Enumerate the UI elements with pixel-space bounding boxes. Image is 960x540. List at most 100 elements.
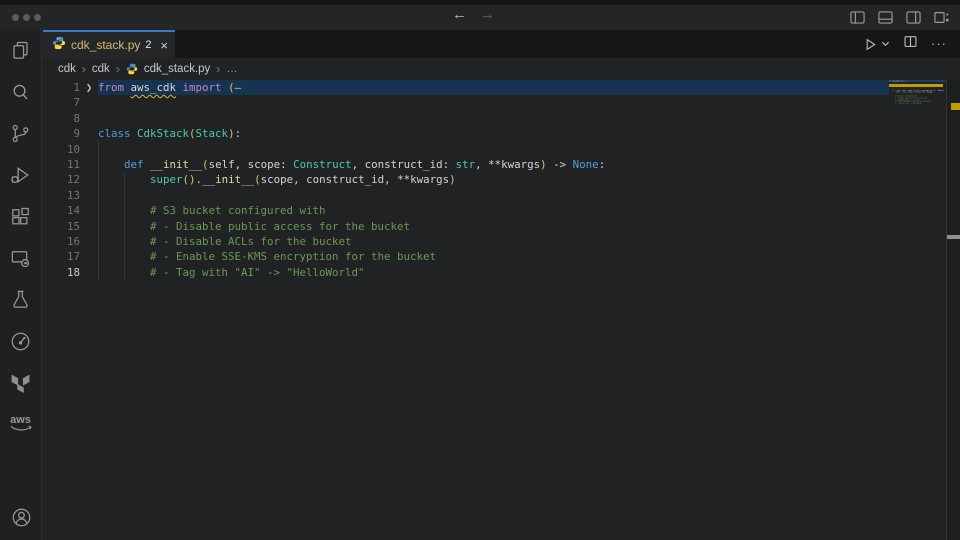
- sidebar-item-remote-explorer[interactable]: [0, 238, 42, 280]
- window-control-dot[interactable]: [34, 14, 41, 21]
- indent-guide: [98, 142, 99, 281]
- fold-gutter: [80, 142, 98, 157]
- window-controls[interactable]: [12, 14, 41, 21]
- line-number[interactable]: 18: [43, 265, 80, 280]
- sidebar-item-terraform[interactable]: [0, 362, 42, 404]
- tab-cdk-stack-py[interactable]: cdk_stack.py 2 ×: [43, 30, 175, 58]
- code-line[interactable]: 11 def __init__(self, scope: Construct, …: [43, 157, 889, 172]
- line-number[interactable]: 10: [43, 142, 80, 157]
- run-debug-icon: [9, 164, 32, 187]
- breadcrumb-separator: ›: [116, 62, 120, 76]
- code-text[interactable]: # - Disable public access for the bucket: [98, 219, 889, 234]
- fold-gutter: [80, 95, 98, 110]
- tab-label: cdk_stack.py: [71, 38, 140, 52]
- navigate-back-icon[interactable]: ←: [452, 6, 467, 23]
- fold-gutter: [80, 111, 98, 126]
- window-control-dot[interactable]: [12, 14, 19, 21]
- line-number[interactable]: 16: [43, 234, 80, 249]
- breadcrumb-separator: ›: [216, 62, 220, 76]
- split-editor-icon[interactable]: [903, 34, 918, 54]
- breadcrumb-item[interactable]: cdk: [58, 63, 76, 75]
- window-control-dot[interactable]: [23, 14, 30, 21]
- code-line[interactable]: 10: [43, 142, 889, 157]
- git-graph-icon: [9, 330, 32, 353]
- fold-gutter: [80, 126, 98, 141]
- sidebar-item-source-control[interactable]: [0, 113, 42, 155]
- fold-gutter: [80, 265, 98, 280]
- explorer-files-icon: [9, 39, 32, 62]
- code-text[interactable]: [98, 142, 889, 157]
- breadcrumb-item[interactable]: …: [226, 63, 238, 75]
- breadcrumb: cdk › cdk › cdk_stack.py › …: [43, 58, 960, 79]
- run-dropdown-chevron-icon[interactable]: [881, 35, 890, 53]
- title-bar: ← →: [0, 5, 960, 30]
- python-icon: [52, 36, 66, 55]
- run-python-file-button[interactable]: [863, 35, 890, 53]
- fold-chevron-icon[interactable]: ❯: [80, 80, 98, 95]
- account-icon: [10, 506, 33, 529]
- line-number[interactable]: 9: [43, 126, 80, 141]
- code-text[interactable]: # S3 bucket configured with: [98, 203, 889, 218]
- breadcrumb-item[interactable]: cdk_stack.py: [144, 63, 210, 75]
- code-line[interactable]: 8: [43, 111, 889, 126]
- code-line[interactable]: 18 # - Tag with "AI" -> "HelloWorld": [43, 265, 889, 280]
- toggle-secondary-sidebar-icon[interactable]: [905, 9, 922, 26]
- code-text[interactable]: # - Tag with "AI" -> "HelloWorld": [98, 265, 889, 280]
- code-line[interactable]: 15 # - Disable public access for the buc…: [43, 219, 889, 234]
- line-number[interactable]: 14: [43, 203, 80, 218]
- code-line[interactable]: 16 # - Disable ACLs for the bucket: [43, 234, 889, 249]
- code-line[interactable]: 1❯from aws_cdk import (–: [43, 80, 889, 95]
- tab-close-icon[interactable]: ×: [160, 39, 168, 52]
- remote-explorer-icon: [9, 247, 32, 270]
- sidebar-item-testing[interactable]: [0, 279, 42, 321]
- code-line[interactable]: 12 super().__init__(scope, construct_id,…: [43, 172, 889, 187]
- code-text[interactable]: [98, 111, 889, 126]
- line-number[interactable]: 13: [43, 188, 80, 203]
- toggle-panel-icon[interactable]: [877, 9, 894, 26]
- sidebar-item-account[interactable]: [0, 497, 42, 539]
- sidebar-item-explorer[interactable]: [0, 30, 42, 72]
- code-area[interactable]: 1❯from aws_cdk import (–789class CdkStac…: [43, 80, 889, 280]
- editor-group: cdk_stack.py 2 ×: [43, 30, 960, 540]
- code-text[interactable]: # - Enable SSE-KMS encryption for the bu…: [98, 249, 889, 264]
- code-line[interactable]: 7: [43, 95, 889, 110]
- line-number[interactable]: 8: [43, 111, 80, 126]
- line-number[interactable]: 1: [43, 80, 80, 95]
- sidebar-item-extensions[interactable]: [0, 196, 42, 238]
- breadcrumb-item[interactable]: cdk: [92, 63, 110, 75]
- code-text[interactable]: [98, 188, 889, 203]
- code-line[interactable]: 17 # - Enable SSE-KMS encryption for the…: [43, 249, 889, 264]
- vscode-window: ← →: [0, 0, 960, 540]
- code-text[interactable]: # - Disable ACLs for the bucket: [98, 234, 889, 249]
- sidebar-item-search[interactable]: [0, 72, 42, 114]
- fold-gutter: [80, 249, 98, 264]
- line-number[interactable]: 11: [43, 157, 80, 172]
- code-text[interactable]: super().__init__(scope, construct_id, **…: [98, 172, 889, 187]
- sidebar-item-run-debug[interactable]: [0, 155, 42, 197]
- more-actions-icon[interactable]: ···: [931, 39, 947, 49]
- toggle-primary-sidebar-icon[interactable]: [849, 9, 866, 26]
- source-control-icon: [9, 122, 32, 145]
- line-number[interactable]: 15: [43, 219, 80, 234]
- line-number[interactable]: 7: [43, 95, 80, 110]
- line-number[interactable]: 17: [43, 249, 80, 264]
- activity-bar: aws: [0, 30, 42, 540]
- code-text[interactable]: [98, 95, 889, 110]
- line-number[interactable]: 12: [43, 172, 80, 187]
- code-line[interactable]: 14 # S3 bucket configured with: [43, 203, 889, 218]
- customize-layout-icon[interactable]: [933, 9, 950, 26]
- sidebar-item-git-graph[interactable]: [0, 321, 42, 363]
- navigate-forward-icon[interactable]: →: [480, 6, 495, 23]
- code-text[interactable]: def __init__(self, scope: Construct, con…: [98, 157, 889, 172]
- code-text[interactable]: class CdkStack(Stack):: [98, 126, 889, 141]
- minimap[interactable]: from aws_cdk import (–class CdkStack(Sta…: [889, 80, 945, 200]
- code-editor[interactable]: 1❯from aws_cdk import (–789class CdkStac…: [43, 79, 960, 540]
- code-text[interactable]: from aws_cdk import (–: [98, 80, 889, 95]
- sidebar-item-aws-toolkit[interactable]: aws: [0, 404, 42, 446]
- fold-gutter: [80, 188, 98, 203]
- overview-cursor-marker: [947, 235, 960, 239]
- extensions-icon: [9, 205, 32, 228]
- code-line[interactable]: 13: [43, 188, 889, 203]
- overview-ruler[interactable]: [946, 79, 960, 540]
- code-line[interactable]: 9 class CdkStack(Stack):: [43, 126, 889, 141]
